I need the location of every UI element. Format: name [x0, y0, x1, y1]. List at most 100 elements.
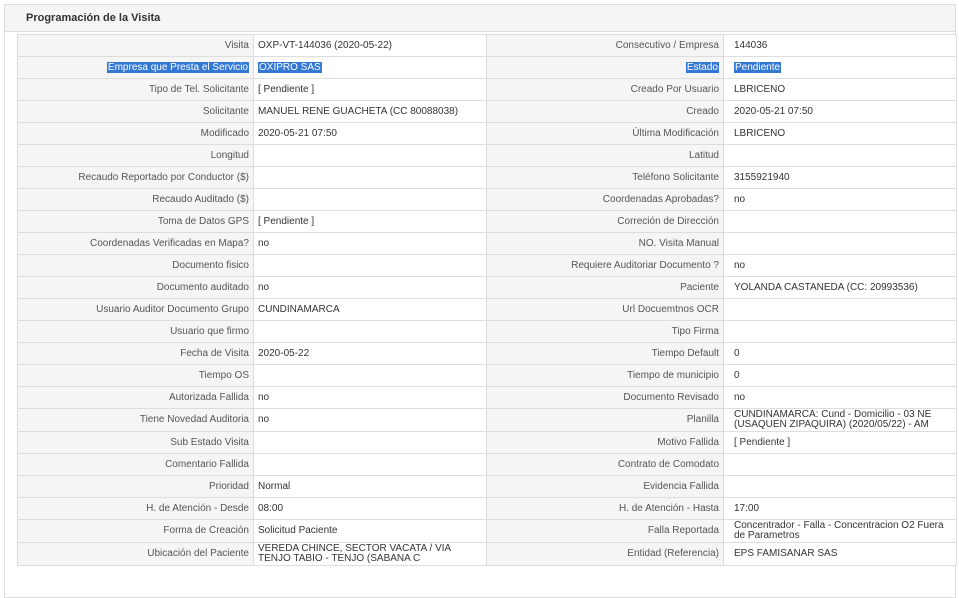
label-text: Fecha de Visita: [180, 347, 249, 359]
field-value: [723, 453, 957, 476]
detail-row: Modificado 2020-05-21 07:50 Última Modific…: [17, 122, 957, 145]
field-value: 0: [723, 342, 957, 365]
label-text: Documento Revisado: [623, 391, 719, 403]
value-text: 3155921940: [734, 171, 790, 183]
label-text: Teléfono Solicitante: [632, 171, 719, 183]
field-label: Última Modificación: [486, 122, 724, 145]
field-value: 2020-05-21 07:50: [253, 122, 487, 145]
field-value: Pendiente: [723, 56, 957, 79]
label-text: Motivo Fallida: [657, 436, 719, 448]
label-text: Longitud: [210, 149, 249, 161]
field-label: Forma de Creación: [17, 519, 254, 543]
field-value: [ Pendiente ]: [253, 210, 487, 233]
label-text: Correción de Dirección: [617, 215, 719, 227]
value-text: 144036: [734, 39, 768, 51]
label-text: Prioridad: [208, 480, 249, 492]
field-label: Longitud: [17, 144, 254, 167]
detail-row: Documento auditado no Paciente YOLANDA CAST…: [17, 276, 957, 299]
detail-row: Empresa que Presta el Servicio OXIPRO SAS…: [17, 56, 957, 79]
value-text: 0: [734, 369, 740, 381]
field-label: NO. Visita Manual: [486, 232, 724, 255]
field-label: Comentario Fallida: [17, 453, 254, 476]
field-value: [723, 210, 957, 233]
field-label: Toma de Datos GPS: [17, 210, 254, 233]
visit-details-table: Visita OXP-VT-144036 (2020-05-22) Consecut…: [17, 34, 957, 566]
field-label: Recaudo Reportado por Conductor ($): [17, 166, 254, 189]
field-label: Autorizada Fallida: [17, 386, 254, 409]
field-value: 144036: [723, 34, 957, 57]
field-label: Tipo de Tel. Solicitante: [17, 78, 254, 101]
field-value: Solicitud Paciente: [253, 519, 487, 543]
label-text: Paciente: [680, 281, 719, 293]
field-value: [723, 298, 957, 321]
field-value: [723, 320, 957, 343]
field-label: Usuario que firmo: [17, 320, 254, 343]
label-text: H. de Atención - Desde: [146, 502, 249, 514]
label-text: H. de Atención - Hasta: [618, 502, 719, 514]
field-label: Tiempo OS: [17, 364, 254, 387]
field-label: H. de Atención - Hasta: [486, 497, 724, 520]
label-text: Última Modificación: [632, 127, 719, 139]
field-value: EPS FAMISANAR SAS: [723, 542, 957, 566]
field-value: no: [723, 386, 957, 409]
field-value: [253, 320, 487, 343]
value-text: CUNDINAMARCA: [258, 303, 340, 315]
field-value: no: [253, 386, 487, 409]
value-text: 17:00: [734, 502, 760, 514]
field-label: Evidencia Fallida: [486, 475, 724, 498]
field-value: OXP-VT-144036 (2020-05-22): [253, 34, 487, 57]
label-text: Tipo Firma: [671, 325, 719, 337]
value-text: 08:00: [258, 502, 284, 514]
field-value: [253, 144, 487, 167]
field-value: [723, 475, 957, 498]
value-text: [ Pendiente ]: [734, 436, 791, 448]
value-text: 0: [734, 347, 740, 359]
value-text: 2020-05-21 07:50: [734, 105, 813, 117]
value-text: no: [258, 237, 270, 249]
label-text: Ubicación del Paciente: [147, 548, 249, 559]
value-text: OXIPRO SAS: [258, 61, 322, 73]
value-text: LBRICENO: [734, 127, 786, 139]
label-text: Documento auditado: [156, 281, 249, 293]
detail-row: Tiempo OS Tiempo de municipio 0: [17, 364, 957, 387]
field-label: Empresa que Presta el Servicio: [17, 56, 254, 79]
field-value: [253, 431, 487, 454]
field-label: Documento fisico: [17, 254, 254, 277]
label-text: Usuario Auditor Documento Grupo: [96, 303, 249, 315]
value-text: [ Pendiente ]: [258, 83, 315, 95]
value-text: VEREDA CHINCE, SECTOR VACATA / VIA TENJO…: [258, 543, 451, 564]
label-text: Empresa que Presta el Servicio: [106, 61, 249, 73]
value-text: 2020-05-21 07:50: [258, 127, 337, 139]
value-text: EPS FAMISANAR SAS: [734, 548, 838, 559]
label-text: Creado: [686, 105, 719, 117]
field-label: Coordenadas Aprobadas?: [486, 188, 724, 211]
field-label: Ubicación del Paciente: [17, 542, 254, 566]
label-text: Consecutivo / Empresa: [615, 39, 719, 51]
detail-row: Solicitante MANUEL RENE GUACHETA (CC 8008…: [17, 100, 957, 123]
value-text: no: [258, 391, 270, 403]
detail-row: Usuario Auditor Documento Grupo CUNDINAMA…: [17, 298, 957, 321]
field-value: CUNDINAMARCA: [253, 298, 487, 321]
detail-row: Sub Estado Visita Motivo Fallida [ Pendien…: [17, 431, 957, 454]
label-text: Usuario que firmo: [170, 325, 249, 337]
field-label: Consecutivo / Empresa: [486, 34, 724, 57]
field-value: 2020-05-22: [253, 342, 487, 365]
label-text: Falla Reportada: [647, 525, 719, 536]
label-text: Visita: [224, 39, 249, 51]
detail-row: Recaudo Auditado ($) Coordenadas Aprobada…: [17, 188, 957, 211]
field-value: CUNDINAMARCA: Cund - Domicilio - 03 NE (…: [723, 408, 957, 432]
field-label: Tiempo de municipio: [486, 364, 724, 387]
field-label: Modificado: [17, 122, 254, 145]
label-text: Tipo de Tel. Solicitante: [148, 83, 249, 95]
value-text: YOLANDA CASTANEDA (CC: 20993536): [734, 281, 918, 293]
field-label: Sub Estado Visita: [17, 431, 254, 454]
field-value: no: [723, 188, 957, 211]
label-text: Latitud: [688, 149, 719, 161]
field-label: Motivo Fallida: [486, 431, 724, 454]
field-value: LBRICENO: [723, 78, 957, 101]
field-value: [253, 166, 487, 189]
detail-row: Autorizada Fallida no Documento Revisado no: [17, 386, 957, 409]
field-label: Latitud: [486, 144, 724, 167]
detail-row: Prioridad Normal Evidencia Fallida: [17, 475, 957, 498]
field-label: Tiene Novedad Auditoria: [17, 408, 254, 432]
